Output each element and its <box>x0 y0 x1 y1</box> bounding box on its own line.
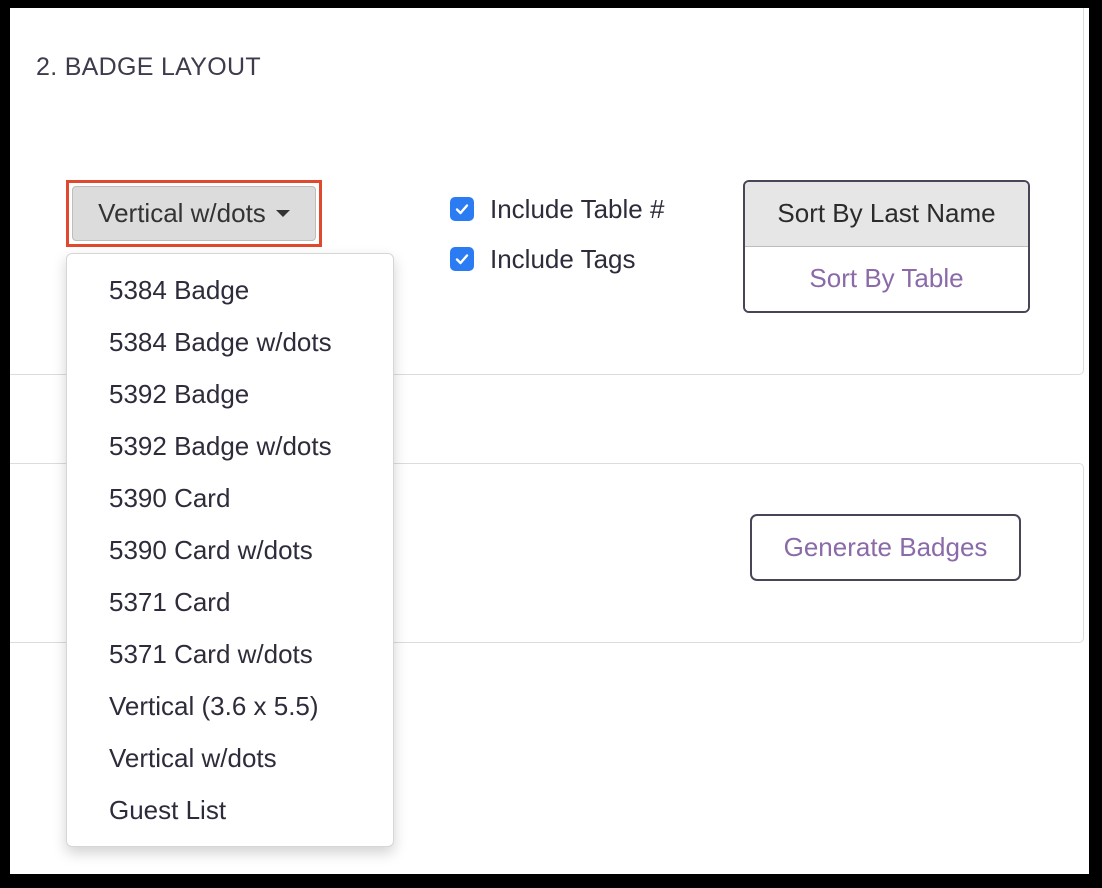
window-frame: 2. BADGE LAYOUT Vertical w/dots Include … <box>10 8 1089 874</box>
include-tags-option[interactable]: Include Tags <box>450 234 664 284</box>
sort-by-table-button[interactable]: Sort By Table <box>745 246 1028 311</box>
menu-item[interactable]: 5371 Card w/dots <box>67 628 393 680</box>
checkmark-icon <box>455 254 469 265</box>
menu-item[interactable]: 5384 Badge <box>67 264 393 316</box>
include-tags-label: Include Tags <box>490 243 636 274</box>
menu-item[interactable]: Vertical (3.6 x 5.5) <box>67 680 393 732</box>
layout-dropdown-button[interactable]: Vertical w/dots <box>72 186 316 241</box>
menu-item[interactable]: 5392 Badge <box>67 368 393 420</box>
menu-item[interactable]: 5392 Badge w/dots <box>67 420 393 472</box>
include-table-label: Include Table # <box>490 193 665 224</box>
menu-item[interactable]: 5390 Card <box>67 472 393 524</box>
menu-item[interactable]: 5390 Card w/dots <box>67 524 393 576</box>
dropdown-highlight: Vertical w/dots <box>66 180 322 247</box>
include-table-checkbox[interactable] <box>450 197 474 221</box>
include-table-option[interactable]: Include Table # <box>450 184 664 234</box>
menu-item[interactable]: 5371 Card <box>67 576 393 628</box>
sort-toggle-group: Sort By Last Name Sort By Table <box>743 180 1030 313</box>
menu-item[interactable]: Vertical w/dots <box>67 732 393 784</box>
menu-item[interactable]: Guest List <box>67 784 393 836</box>
layout-dropdown-label: Vertical w/dots <box>98 198 266 228</box>
sort-by-last-name-button[interactable]: Sort By Last Name <box>745 182 1028 247</box>
checkmark-icon <box>455 204 469 215</box>
menu-item[interactable]: 5384 Badge w/dots <box>67 316 393 368</box>
caret-down-icon <box>275 210 290 217</box>
include-tags-checkbox[interactable] <box>450 247 474 271</box>
section-title: 2. BADGE LAYOUT <box>36 53 261 81</box>
include-options: Include Table # Include Tags <box>450 184 664 284</box>
layout-dropdown-menu: 5384 Badge 5384 Badge w/dots 5392 Badge … <box>66 253 394 847</box>
generate-badges-button[interactable]: Generate Badges <box>750 514 1021 581</box>
